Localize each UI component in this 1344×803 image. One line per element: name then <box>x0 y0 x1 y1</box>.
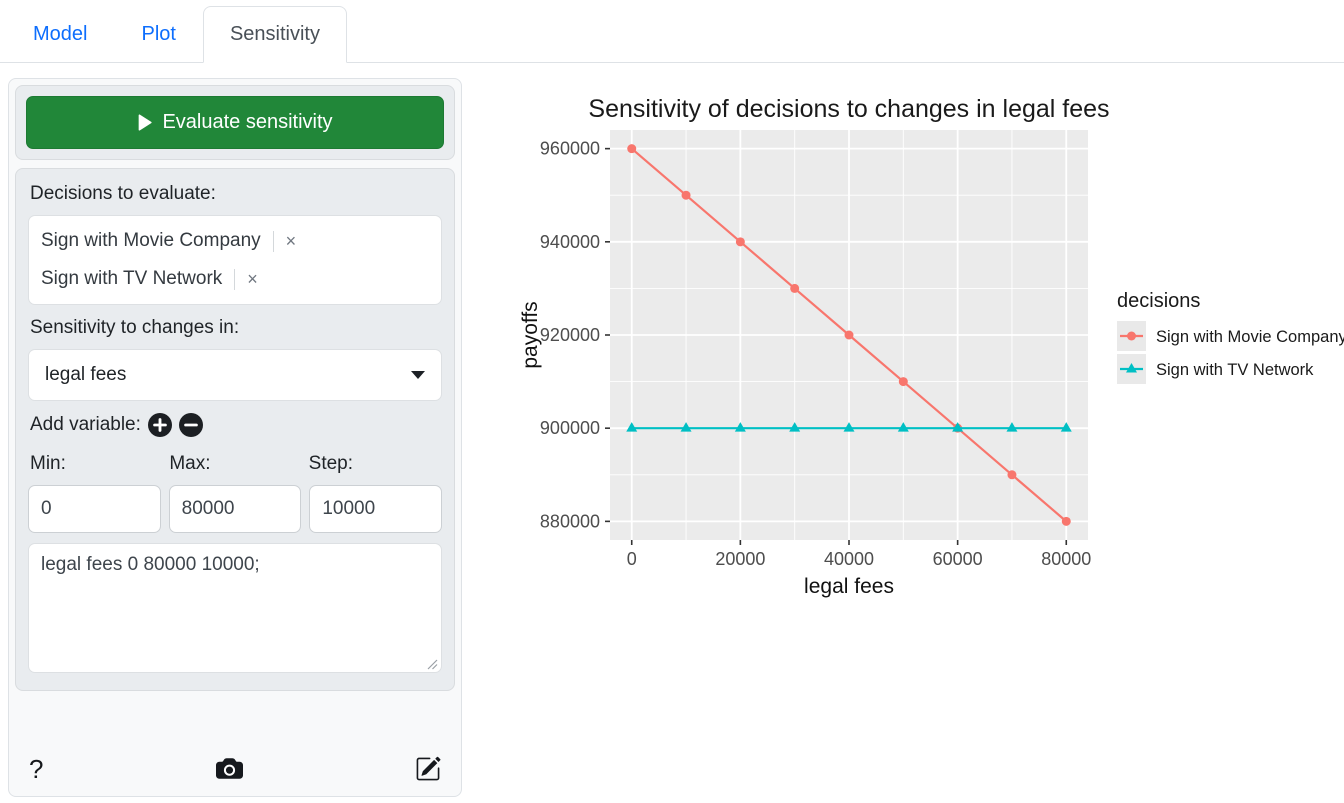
decision-tag: Sign with Movie Company × <box>41 222 429 260</box>
sidebar-footer: ? <box>15 749 455 790</box>
data-point <box>899 377 908 386</box>
sensitivity-to-label: Sensitivity to changes in: <box>30 317 440 339</box>
data-point <box>845 331 854 340</box>
play-icon <box>137 114 152 131</box>
x-tick-label: 80000 <box>1041 549 1091 569</box>
tab-model[interactable]: Model <box>6 6 114 63</box>
help-button[interactable]: ? <box>29 756 43 782</box>
y-tick-label: 920000 <box>540 325 600 345</box>
edit-button[interactable] <box>415 756 441 782</box>
resize-handle[interactable] <box>426 658 438 670</box>
max-label: Max: <box>169 453 300 475</box>
y-tick-label: 960000 <box>540 139 600 159</box>
app: Model Plot Sensitivity Evaluate sensitiv… <box>0 0 1344 803</box>
script-textarea[interactable]: legal fees 0 80000 10000; <box>28 543 442 673</box>
step-input[interactable] <box>309 485 442 533</box>
range-inputs-row <box>28 485 442 533</box>
x-tick-label: 40000 <box>824 549 874 569</box>
data-point <box>1127 332 1136 341</box>
max-input[interactable] <box>169 485 302 533</box>
variable-select[interactable]: legal fees <box>28 349 442 401</box>
data-point <box>1007 470 1016 479</box>
chevron-down-icon <box>411 371 425 379</box>
decision-tag-remove-button[interactable]: × <box>273 231 297 252</box>
y-tick-label: 940000 <box>540 232 600 252</box>
add-variable-row: Add variable: <box>30 413 440 437</box>
decision-tag: Sign with TV Network × <box>41 260 429 298</box>
x-tick-label: 60000 <box>933 549 983 569</box>
data-point <box>682 191 691 200</box>
camera-button[interactable] <box>216 755 243 782</box>
data-point <box>790 284 799 293</box>
data-point <box>627 144 636 153</box>
evaluate-panel: Evaluate sensitivity <box>15 85 455 160</box>
range-labels-row: Min: Max: Step: <box>30 453 440 475</box>
decisions-label: Decisions to evaluate: <box>30 183 440 205</box>
legend-label: Sign with TV Network <box>1156 361 1314 379</box>
data-point <box>1062 517 1071 526</box>
x-axis-title: legal fees <box>804 575 894 598</box>
min-label: Min: <box>30 453 161 475</box>
data-point <box>736 237 745 246</box>
y-tick-label: 880000 <box>540 511 600 531</box>
variable-select-value: legal fees <box>45 364 126 386</box>
tab-bar: Model Plot Sensitivity <box>0 0 1344 63</box>
add-variable-minus-button[interactable] <box>179 413 203 437</box>
legend-label: Sign with Movie Company <box>1156 328 1344 346</box>
sensitivity-chart: 0 20000 40000 60000 80000 880000 900000 920000 9… <box>520 88 1344 608</box>
tab-plot[interactable]: Plot <box>114 6 202 63</box>
add-variable-label: Add variable: <box>30 414 141 436</box>
min-input[interactable] <box>28 485 161 533</box>
pencil-square-icon <box>415 756 441 782</box>
decision-tag-remove-button[interactable]: × <box>234 269 258 290</box>
decisions-multiselect[interactable]: Sign with Movie Company × Sign with TV N… <box>28 215 442 305</box>
x-tick-label: 20000 <box>715 549 765 569</box>
tab-sensitivity[interactable]: Sensitivity <box>203 6 347 63</box>
decision-tag-label: Sign with TV Network <box>41 268 222 290</box>
camera-icon <box>216 755 243 782</box>
sidebar: Evaluate sensitivity Decisions to evalua… <box>8 78 462 797</box>
evaluate-sensitivity-label: Evaluate sensitivity <box>162 111 332 134</box>
step-label: Step: <box>309 453 440 475</box>
dash-circle-icon <box>179 413 203 437</box>
chart-title: Sensitivity of decisions to changes in l… <box>588 95 1109 123</box>
y-tick-label: 900000 <box>540 418 600 438</box>
decision-tag-label: Sign with Movie Company <box>41 230 261 252</box>
evaluate-sensitivity-button[interactable]: Evaluate sensitivity <box>26 96 444 149</box>
x-tick-label: 0 <box>627 549 637 569</box>
plus-circle-icon <box>148 413 172 437</box>
sensitivity-plot: 0 20000 40000 60000 80000 880000 900000 920000 9… <box>520 88 1344 608</box>
sensitivity-form-panel: Decisions to evaluate: Sign with Movie C… <box>15 168 455 691</box>
add-variable-plus-button[interactable] <box>148 413 172 437</box>
y-axis-title: payoffs <box>520 301 542 368</box>
script-area: legal fees 0 80000 10000; <box>28 543 442 678</box>
legend-title: decisions <box>1117 290 1200 312</box>
